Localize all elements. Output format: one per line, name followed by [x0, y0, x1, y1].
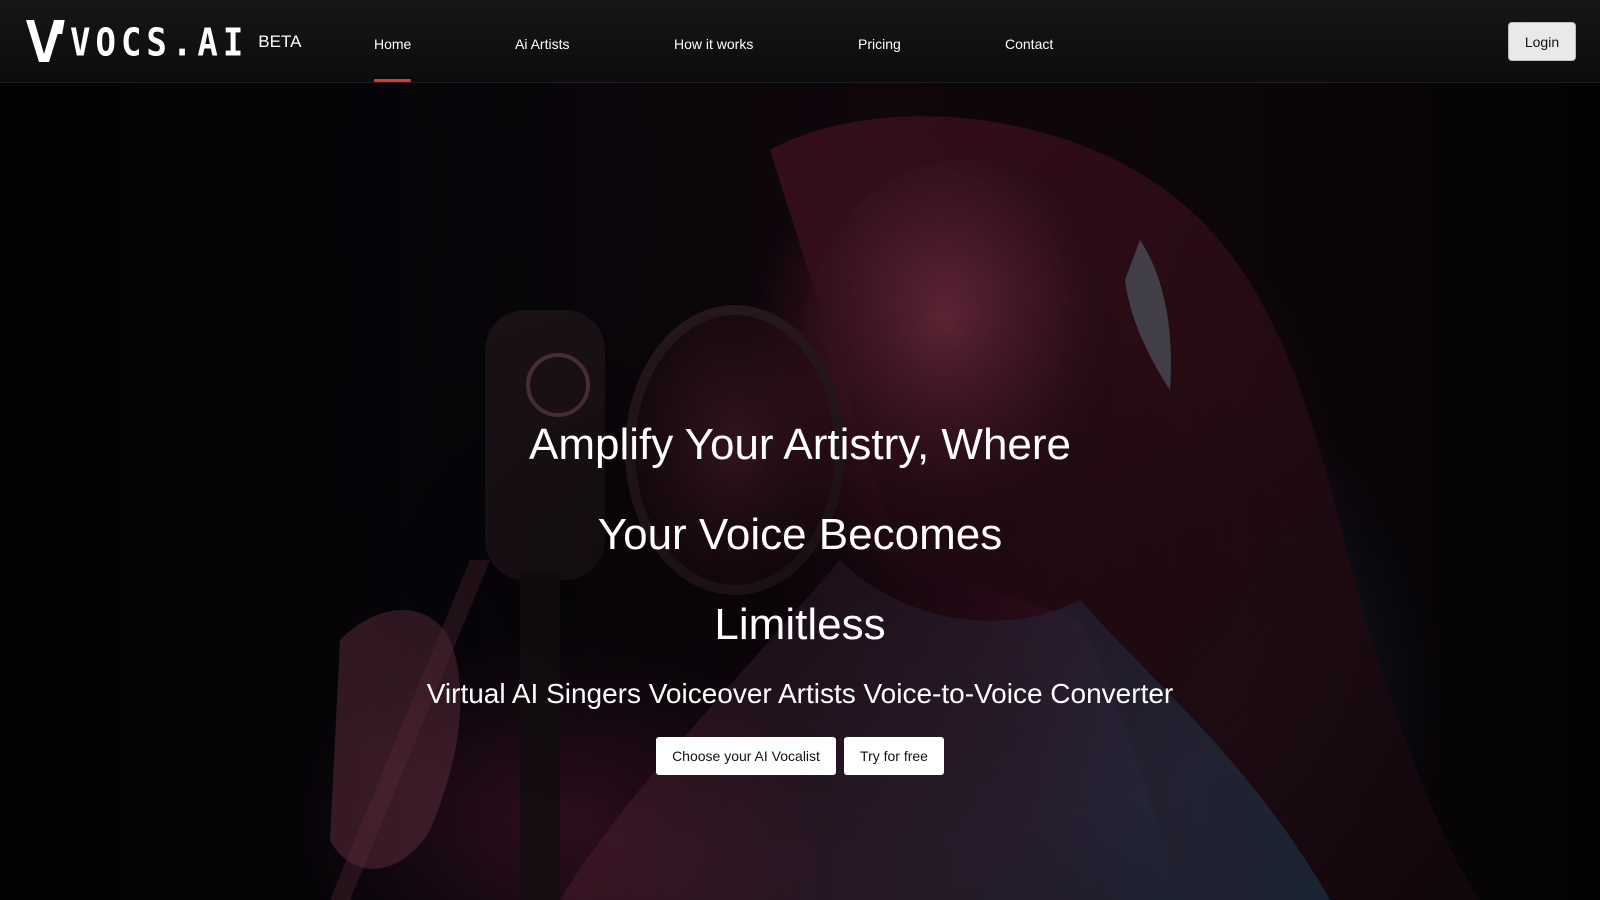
hero-headline-line: Your Voice Becomes	[597, 510, 1003, 559]
hero-subheadline: Virtual AI Singers Voiceover Artists Voi…	[426, 678, 1174, 709]
hero-headline: Amplify Your Artistry, Where Your Voice …	[400, 400, 1200, 670]
hero-cta-group: Choose your AI Vocalist Try for free	[0, 737, 1600, 775]
nav-item-label: How it works	[674, 36, 754, 52]
hero-headline-line: Limitless	[714, 600, 886, 649]
nav-item-home[interactable]: Home	[374, 36, 412, 82]
nav-item-contact[interactable]: Contact	[1005, 36, 1053, 52]
nav-item-pricing[interactable]: Pricing	[858, 36, 901, 52]
nav-item-label: Ai Artists	[515, 36, 570, 52]
brand-logo[interactable]: VOCS.AI BETA	[24, 18, 301, 62]
nav-item-how-it-works[interactable]: How it works	[674, 36, 753, 52]
brand-name: VOCS.AI	[70, 20, 249, 66]
login-button[interactable]: Login	[1508, 22, 1576, 61]
try-for-free-button[interactable]: Try for free	[844, 737, 944, 775]
choose-vocalist-button[interactable]: Choose your AI Vocalist	[656, 737, 836, 775]
hero-headline-line: Amplify Your Artistry, Where	[528, 420, 1072, 469]
top-navbar: VOCS.AI BETA Home Ai Artists How it work…	[0, 0, 1600, 83]
nav-item-label: Home	[374, 36, 412, 52]
logo-v-mark-icon	[26, 20, 65, 62]
nav-active-indicator	[374, 79, 412, 82]
beta-badge: BETA	[258, 32, 302, 51]
nav-item-label: Pricing	[858, 36, 901, 52]
nav-item-label: Contact	[1005, 36, 1054, 52]
nav-item-ai-artists[interactable]: Ai Artists	[515, 36, 569, 52]
